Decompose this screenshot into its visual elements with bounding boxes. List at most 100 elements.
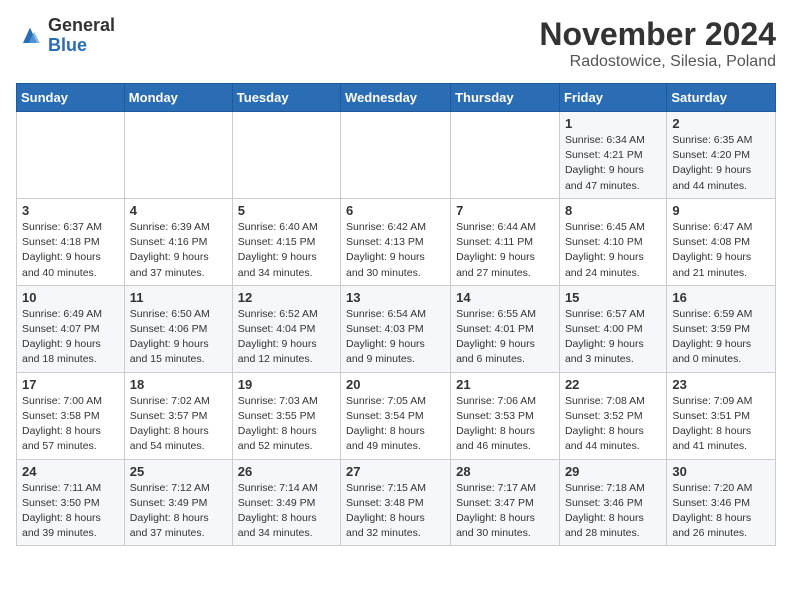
day-info: Sunrise: 6:49 AM Sunset: 4:07 PM Dayligh… [22,307,119,368]
weekday-header-cell: Monday [124,84,232,112]
calendar-cell: 2Sunrise: 6:35 AM Sunset: 4:20 PM Daylig… [667,112,776,199]
calendar-cell: 1 Sunrise: 6:34 AM Sunset: 4:21 PM Daylig… [559,112,666,199]
day-number: 9 [672,203,770,218]
day-number: 22 [565,377,661,392]
day-info: Sunrise: 7:15 AM Sunset: 3:48 PM Dayligh… [346,481,445,542]
day-number: 13 [346,290,445,305]
page-header: General Blue November 2024 Radostowice, … [16,16,776,71]
day-info: Sunrise: 7:20 AM Sunset: 3:46 PM Dayligh… [672,481,770,542]
calendar-cell: 24 Sunrise: 7:11 AM Sunset: 3:50 PM Dayli… [17,459,125,546]
weekday-header-cell: Sunday [17,84,125,112]
logo: General Blue [16,16,115,56]
calendar-body: 1 Sunrise: 6:34 AM Sunset: 4:21 PM Daylig… [17,112,776,546]
day-info: Sunrise: 7:00 AM Sunset: 3:58 PM Dayligh… [22,394,119,455]
weekday-header-cell: Friday [559,84,666,112]
day-info: Sunrise: 6:34 AM Sunset: 4:21 PM Dayligh… [565,133,661,194]
day-number: 6 [346,203,445,218]
day-info: Sunrise: 6:44 AM Sunset: 4:11 PM Dayligh… [456,220,554,281]
calendar-week-row: 3 Sunrise: 6:37 AM Sunset: 4:18 PM Daylig… [17,198,776,285]
day-info: Sunrise: 6:40 AM Sunset: 4:15 PM Dayligh… [238,220,335,281]
day-number: 29 [565,464,661,479]
day-number: 16 [672,290,770,305]
day-info: Sunrise: 7:03 AM Sunset: 3:55 PM Dayligh… [238,394,335,455]
day-info: Sunrise: 7:17 AM Sunset: 3:47 PM Dayligh… [456,481,554,542]
calendar-cell [17,112,125,199]
day-number: 17 [22,377,119,392]
day-number: 30 [672,464,770,479]
weekday-header-cell: Wednesday [341,84,451,112]
calendar-cell: 22 Sunrise: 7:08 AM Sunset: 3:52 PM Dayli… [559,372,666,459]
calendar-cell: 8 Sunrise: 6:45 AM Sunset: 4:10 PM Daylig… [559,198,666,285]
day-number: 18 [130,377,227,392]
day-info: Sunrise: 6:37 AM Sunset: 4:18 PM Dayligh… [22,220,119,281]
day-number: 8 [565,203,661,218]
calendar-cell: 7 Sunrise: 6:44 AM Sunset: 4:11 PM Daylig… [451,198,560,285]
day-number: 11 [130,290,227,305]
day-number: 24 [22,464,119,479]
calendar-cell: 29 Sunrise: 7:18 AM Sunset: 3:46 PM Dayli… [559,459,666,546]
calendar-cell: 18 Sunrise: 7:02 AM Sunset: 3:57 PM Dayli… [124,372,232,459]
calendar-cell [451,112,560,199]
calendar-cell: 4 Sunrise: 6:39 AM Sunset: 4:16 PM Daylig… [124,198,232,285]
calendar-cell: 13 Sunrise: 6:54 AM Sunset: 4:03 PM Dayli… [341,285,451,372]
day-info: Sunrise: 6:54 AM Sunset: 4:03 PM Dayligh… [346,307,445,368]
day-info: Sunrise: 6:52 AM Sunset: 4:04 PM Dayligh… [238,307,335,368]
calendar-cell: 26 Sunrise: 7:14 AM Sunset: 3:49 PM Dayli… [232,459,340,546]
title-block: November 2024 Radostowice, Silesia, Pola… [539,16,776,71]
calendar-cell [124,112,232,199]
calendar-cell: 3 Sunrise: 6:37 AM Sunset: 4:18 PM Daylig… [17,198,125,285]
day-info: Sunrise: 6:59 AM Sunset: 3:59 PM Dayligh… [672,307,770,368]
weekday-header-cell: Saturday [667,84,776,112]
day-info: Sunrise: 7:08 AM Sunset: 3:52 PM Dayligh… [565,394,661,455]
day-number: 21 [456,377,554,392]
day-number: 2 [672,116,770,131]
day-info: Sunrise: 7:14 AM Sunset: 3:49 PM Dayligh… [238,481,335,542]
day-number: 12 [238,290,335,305]
day-info: Sunrise: 7:06 AM Sunset: 3:53 PM Dayligh… [456,394,554,455]
day-info: Sunrise: 7:02 AM Sunset: 3:57 PM Dayligh… [130,394,227,455]
calendar-cell: 17 Sunrise: 7:00 AM Sunset: 3:58 PM Dayli… [17,372,125,459]
day-info: Sunrise: 7:09 AM Sunset: 3:51 PM Dayligh… [672,394,770,455]
day-info: Sunrise: 6:39 AM Sunset: 4:16 PM Dayligh… [130,220,227,281]
day-info: Sunrise: 6:45 AM Sunset: 4:10 PM Dayligh… [565,220,661,281]
calendar-cell: 19Sunrise: 7:03 AM Sunset: 3:55 PM Dayli… [232,372,340,459]
day-number: 26 [238,464,335,479]
day-info: Sunrise: 7:11 AM Sunset: 3:50 PM Dayligh… [22,481,119,542]
calendar-cell: 23Sunrise: 7:09 AM Sunset: 3:51 PM Dayli… [667,372,776,459]
calendar-cell: 11 Sunrise: 6:50 AM Sunset: 4:06 PM Dayli… [124,285,232,372]
day-info: Sunrise: 6:57 AM Sunset: 4:00 PM Dayligh… [565,307,661,368]
calendar-cell: 30 Sunrise: 7:20 AM Sunset: 3:46 PM Dayli… [667,459,776,546]
calendar-cell: 27 Sunrise: 7:15 AM Sunset: 3:48 PM Dayli… [341,459,451,546]
calendar-week-row: 17 Sunrise: 7:00 AM Sunset: 3:58 PM Dayli… [17,372,776,459]
calendar-table: SundayMondayTuesdayWednesdayThursdayFrid… [16,83,776,546]
day-number: 14 [456,290,554,305]
day-info: Sunrise: 7:05 AM Sunset: 3:54 PM Dayligh… [346,394,445,455]
day-number: 1 [565,116,661,131]
calendar-cell [232,112,340,199]
location-subtitle: Radostowice, Silesia, Poland [539,53,776,71]
day-number: 7 [456,203,554,218]
day-number: 27 [346,464,445,479]
calendar-cell [341,112,451,199]
day-number: 20 [346,377,445,392]
day-number: 4 [130,203,227,218]
day-number: 25 [130,464,227,479]
calendar-cell: 10Sunrise: 6:49 AM Sunset: 4:07 PM Dayli… [17,285,125,372]
day-info: Sunrise: 7:12 AM Sunset: 3:49 PM Dayligh… [130,481,227,542]
weekday-header-cell: Tuesday [232,84,340,112]
calendar-cell: 5 Sunrise: 6:40 AM Sunset: 4:15 PM Daylig… [232,198,340,285]
calendar-cell: 6Sunrise: 6:42 AM Sunset: 4:13 PM Daylig… [341,198,451,285]
calendar-cell: 12 Sunrise: 6:52 AM Sunset: 4:04 PM Dayli… [232,285,340,372]
day-number: 5 [238,203,335,218]
weekday-header-cell: Thursday [451,84,560,112]
logo-general: General [48,15,115,35]
calendar-cell: 9Sunrise: 6:47 AM Sunset: 4:08 PM Daylig… [667,198,776,285]
day-info: Sunrise: 7:18 AM Sunset: 3:46 PM Dayligh… [565,481,661,542]
logo-blue: Blue [48,35,87,55]
day-number: 28 [456,464,554,479]
day-number: 3 [22,203,119,218]
calendar-cell: 14Sunrise: 6:55 AM Sunset: 4:01 PM Dayli… [451,285,560,372]
day-info: Sunrise: 6:50 AM Sunset: 4:06 PM Dayligh… [130,307,227,368]
day-number: 15 [565,290,661,305]
calendar-cell: 15 Sunrise: 6:57 AM Sunset: 4:00 PM Dayli… [559,285,666,372]
